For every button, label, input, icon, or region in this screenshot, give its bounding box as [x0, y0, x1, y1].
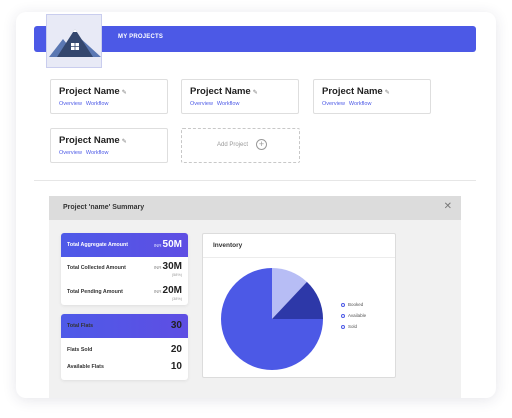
logo	[46, 14, 102, 68]
close-icon[interactable]: ✕	[444, 201, 452, 213]
legend-label: Booked	[348, 302, 364, 307]
divider	[34, 180, 476, 181]
stat-unit: INR	[153, 265, 162, 270]
edit-icon[interactable]: ✎	[253, 90, 258, 96]
legend-item: Booked	[341, 302, 363, 307]
overview-link[interactable]: Overview	[190, 101, 213, 107]
inventory-card: Inventory Booked Available Sold	[202, 233, 396, 378]
project-card[interactable]: Project Name ✎ Overview Workflow	[181, 79, 299, 114]
legend-label: Available	[348, 313, 367, 318]
total-flats-row: Total Flats 30	[61, 314, 188, 338]
project-summary-panel: Project 'name' Summary ✕ Total Aggregate…	[49, 196, 461, 398]
summary-header: Project 'name' Summary ✕	[49, 196, 461, 220]
stat-label: Available Flats	[67, 364, 104, 370]
stat-value: 10	[170, 361, 182, 372]
add-project-button[interactable]: Add Project +	[181, 128, 300, 163]
stat-value: 20M	[162, 285, 182, 296]
workflow-link[interactable]: Workflow	[349, 101, 372, 107]
edit-icon[interactable]: ✎	[122, 139, 127, 145]
aggregate-amount-row: Total Aggregate Amount INR50M	[61, 233, 188, 257]
page-title: MY PROJECTS	[118, 34, 164, 40]
available-flats-row: Available Flats 10	[67, 359, 182, 375]
legend-item: Sold	[341, 324, 357, 329]
workflow-link[interactable]: Workflow	[217, 101, 240, 107]
flats-sold-row: Flats Sold 20	[67, 342, 182, 358]
project-name: Project Name	[322, 86, 383, 97]
stat-label: Flats Sold	[67, 347, 93, 353]
legend-item: Available	[341, 313, 366, 318]
project-card[interactable]: Project Name ✎ Overview Workflow	[50, 128, 168, 163]
add-project-label: Add Project	[217, 142, 249, 148]
stat-unit: INR	[153, 289, 162, 294]
stat-label: Total Flats	[67, 323, 94, 329]
workflow-link[interactable]: Workflow	[86, 101, 109, 107]
project-card[interactable]: Project Name ✎ Overview Workflow	[50, 79, 168, 114]
stat-percent: (58%)	[171, 273, 182, 277]
stat-percent: (38%)	[171, 297, 182, 301]
project-name: Project Name	[59, 135, 120, 146]
inventory-title: Inventory	[213, 242, 243, 249]
inventory-pie-chart	[221, 268, 323, 370]
overview-link[interactable]: Overview	[59, 150, 82, 156]
overview-link[interactable]: Overview	[59, 101, 82, 107]
legend-label: Sold	[348, 324, 358, 329]
edit-icon[interactable]: ✎	[385, 90, 390, 96]
logo-icon	[49, 29, 101, 57]
flats-card: Total Flats 30 Flats Sold 20 Available F…	[61, 314, 188, 380]
project-name: Project Name	[59, 86, 120, 97]
legend-marker	[341, 324, 345, 329]
stat-label: Total Collected Amount	[67, 265, 126, 271]
stat-value: 30	[170, 320, 182, 331]
divider	[203, 257, 395, 258]
workflow-link[interactable]: Workflow	[86, 150, 109, 156]
edit-icon[interactable]: ✎	[122, 90, 127, 96]
stat-value: 30M	[162, 261, 182, 272]
projects-card: MY PROJECTS Project Name ✎ Overview Workfl…	[16, 12, 496, 398]
legend-marker	[341, 313, 345, 318]
stat-label: Total Pending Amount	[67, 289, 123, 295]
stat-label: Total Aggregate Amount	[67, 242, 129, 248]
project-name: Project Name	[190, 86, 251, 97]
summary-title: Project 'name' Summary	[63, 204, 145, 211]
overview-link[interactable]: Overview	[322, 101, 345, 107]
plus-circle-icon: +	[256, 139, 267, 150]
stat-value: 50M	[162, 239, 182, 250]
collected-amount-row: Total Collected Amount INR30M (58%)	[67, 257, 182, 281]
stat-unit: INR	[153, 243, 162, 248]
pending-amount-row: Total Pending Amount INR20M (38%)	[67, 281, 182, 305]
project-card[interactable]: Project Name ✎ Overview Workflow	[313, 79, 431, 114]
legend-marker	[341, 302, 345, 307]
stat-value: 20	[170, 344, 182, 355]
amounts-card: Total Aggregate Amount INR50M Total Coll…	[61, 233, 188, 305]
